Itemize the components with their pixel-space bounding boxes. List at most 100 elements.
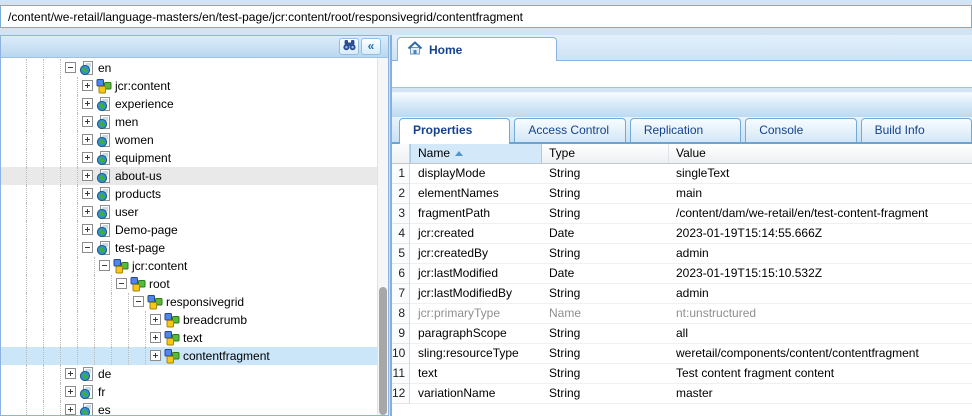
expand-icon[interactable] xyxy=(82,206,93,217)
expand-icon[interactable] xyxy=(82,80,93,91)
tab-properties[interactable]: Properties xyxy=(399,118,511,144)
tree-node-user[interactable]: user xyxy=(1,203,377,221)
property-value-cell[interactable]: Test content fragment content xyxy=(669,364,972,384)
property-row-variationName[interactable]: 12 variationName String master xyxy=(392,384,972,404)
tree-node-Demo-page[interactable]: Demo-page xyxy=(1,221,377,239)
path-input[interactable] xyxy=(0,5,972,28)
property-row-jcr:lastModifiedBy[interactable]: 7 jcr:lastModifiedBy String admin xyxy=(392,284,972,304)
collapse-icon[interactable] xyxy=(116,278,127,289)
tree-node-root[interactable]: root xyxy=(1,275,377,293)
property-value-cell[interactable]: admin xyxy=(669,284,972,304)
property-type-cell[interactable]: Date xyxy=(542,264,669,284)
tree-node-products[interactable]: products xyxy=(1,185,377,203)
property-value-cell[interactable]: weretail/components/content/contentfragm… xyxy=(669,344,972,364)
property-name-cell[interactable]: jcr:lastModifiedBy xyxy=(410,284,542,304)
tab-console[interactable]: Console xyxy=(745,118,857,142)
property-row-paragraphScope[interactable]: 9 paragraphScope String all xyxy=(392,324,972,344)
tab-home[interactable]: Home xyxy=(397,37,557,61)
property-value-cell[interactable]: admin xyxy=(669,244,972,264)
tree-node-contentfragment[interactable]: contentfragment xyxy=(1,347,377,365)
collapse-icon[interactable] xyxy=(99,260,110,271)
tree-node-es[interactable]: es xyxy=(1,401,377,415)
property-row-fragmentPath[interactable]: 3 fragmentPath String/content/dam/we-retai… xyxy=(392,204,972,224)
property-type-cell[interactable]: String xyxy=(542,324,669,344)
property-row-jcr:primaryType[interactable]: 8 jcr:primaryType Name nt:unstructured xyxy=(392,304,972,324)
property-value-cell[interactable]: 2023-01-19T15:14:55.666Z xyxy=(669,224,972,244)
property-row-text[interactable]: 11 text String Test content fragment conten… xyxy=(392,364,972,384)
expand-icon[interactable] xyxy=(82,224,93,235)
property-name-cell[interactable]: fragmentPath xyxy=(410,204,542,224)
property-row-elementNames[interactable]: 2 elementNames String main xyxy=(392,184,972,204)
property-type-cell[interactable]: String xyxy=(542,204,669,224)
tree-node-experience[interactable]: experience xyxy=(1,95,377,113)
tree-node-responsivegrid[interactable]: responsivegrid xyxy=(1,293,377,311)
property-type-cell[interactable]: String xyxy=(542,344,669,364)
expand-icon[interactable] xyxy=(150,314,161,325)
expand-icon[interactable] xyxy=(82,152,93,163)
property-name-cell[interactable]: jcr:created xyxy=(410,224,542,244)
expand-icon[interactable] xyxy=(82,98,93,109)
property-type-cell[interactable]: String xyxy=(542,184,669,204)
property-type-cell[interactable]: Name xyxy=(542,304,669,324)
property-value-cell[interactable]: /content/dam/we-retail/en/test-content-f… xyxy=(669,204,972,224)
expand-icon[interactable] xyxy=(82,134,93,145)
property-name-cell[interactable]: jcr:primaryType xyxy=(410,304,542,324)
collapse-icon[interactable] xyxy=(65,62,76,73)
collapse-panel-button[interactable]: « xyxy=(361,38,381,55)
property-value-cell[interactable]: singleText xyxy=(669,164,972,184)
tree-node-fr[interactable]: fr xyxy=(1,383,377,401)
tree-node-women[interactable]: women xyxy=(1,131,377,149)
expand-icon[interactable] xyxy=(150,350,161,361)
property-name-cell[interactable]: jcr:lastModified xyxy=(410,264,542,284)
property-name-cell[interactable]: displayMode xyxy=(410,164,542,184)
property-value-cell[interactable]: all xyxy=(669,324,972,344)
property-name-cell[interactable]: text xyxy=(410,364,542,384)
column-header-type[interactable]: Type xyxy=(542,144,669,163)
property-row-displayMode[interactable]: 1 displayMode String singleText xyxy=(392,164,972,184)
property-type-cell[interactable]: String xyxy=(542,244,669,264)
property-name-cell[interactable]: paragraphScope xyxy=(410,324,542,344)
search-button[interactable] xyxy=(339,38,359,55)
property-value-cell[interactable]: master xyxy=(669,384,972,404)
property-type-cell[interactable]: String xyxy=(542,364,669,384)
expand-icon[interactable] xyxy=(82,170,93,181)
property-value-cell[interactable]: nt:unstructured xyxy=(669,304,972,324)
tree-node-de[interactable]: de xyxy=(1,365,377,383)
property-row-jcr:lastModified[interactable]: 6 jcr:lastModified Date 2023-01-19T15:15:10… xyxy=(392,264,972,284)
tree-node-jcr:content[interactable]: jcr:content xyxy=(1,77,377,95)
property-row-jcr:createdBy[interactable]: 5 jcr:createdBy String admin xyxy=(392,244,972,264)
expand-icon[interactable] xyxy=(65,368,76,379)
property-row-sling:resourceType[interactable]: 10 sling:resourceType String weretail/compo… xyxy=(392,344,972,364)
expand-icon[interactable] xyxy=(82,188,93,199)
tree-scrollbar-track[interactable] xyxy=(377,58,388,415)
property-value-cell[interactable]: main xyxy=(669,184,972,204)
expand-icon[interactable] xyxy=(65,386,76,397)
collapse-icon[interactable] xyxy=(133,296,144,307)
tab-access-control[interactable]: Access Control xyxy=(514,118,626,142)
property-name-cell[interactable]: sling:resourceType xyxy=(410,344,542,364)
expand-icon[interactable] xyxy=(82,116,93,127)
tree-node-breadcrumb[interactable]: breadcrumb xyxy=(1,311,377,329)
collapse-icon[interactable] xyxy=(82,242,93,253)
tree-scrollbar-thumb[interactable] xyxy=(379,287,387,415)
property-type-cell[interactable]: Date xyxy=(542,224,669,244)
expand-icon[interactable] xyxy=(65,404,76,415)
property-name-cell[interactable]: variationName xyxy=(410,384,542,404)
tab-build-info[interactable]: Build Info xyxy=(860,118,972,142)
property-name-cell[interactable]: jcr:createdBy xyxy=(410,244,542,264)
tree-node-men[interactable]: men xyxy=(1,113,377,131)
tree-node-equipment[interactable]: equipment xyxy=(1,149,377,167)
tree-node-text[interactable]: text xyxy=(1,329,377,347)
tree-node-jcr:content[interactable]: jcr:content xyxy=(1,257,377,275)
expand-icon[interactable] xyxy=(150,332,161,343)
column-header-value[interactable]: Value xyxy=(669,144,972,163)
property-row-jcr:created[interactable]: 4 jcr:created Date 2023-01-19T15:14:55.666Z xyxy=(392,224,972,244)
property-type-cell[interactable]: String xyxy=(542,284,669,304)
column-header-name[interactable]: Name xyxy=(410,144,542,163)
tab-replication[interactable]: Replication xyxy=(629,118,742,142)
tree-node-test-page[interactable]: test-page xyxy=(1,239,377,257)
property-type-cell[interactable]: String xyxy=(542,164,669,184)
tree-node-en[interactable]: en xyxy=(1,59,377,77)
property-type-cell[interactable]: String xyxy=(542,384,669,404)
property-value-cell[interactable]: 2023-01-19T15:15:10.532Z xyxy=(669,264,972,284)
